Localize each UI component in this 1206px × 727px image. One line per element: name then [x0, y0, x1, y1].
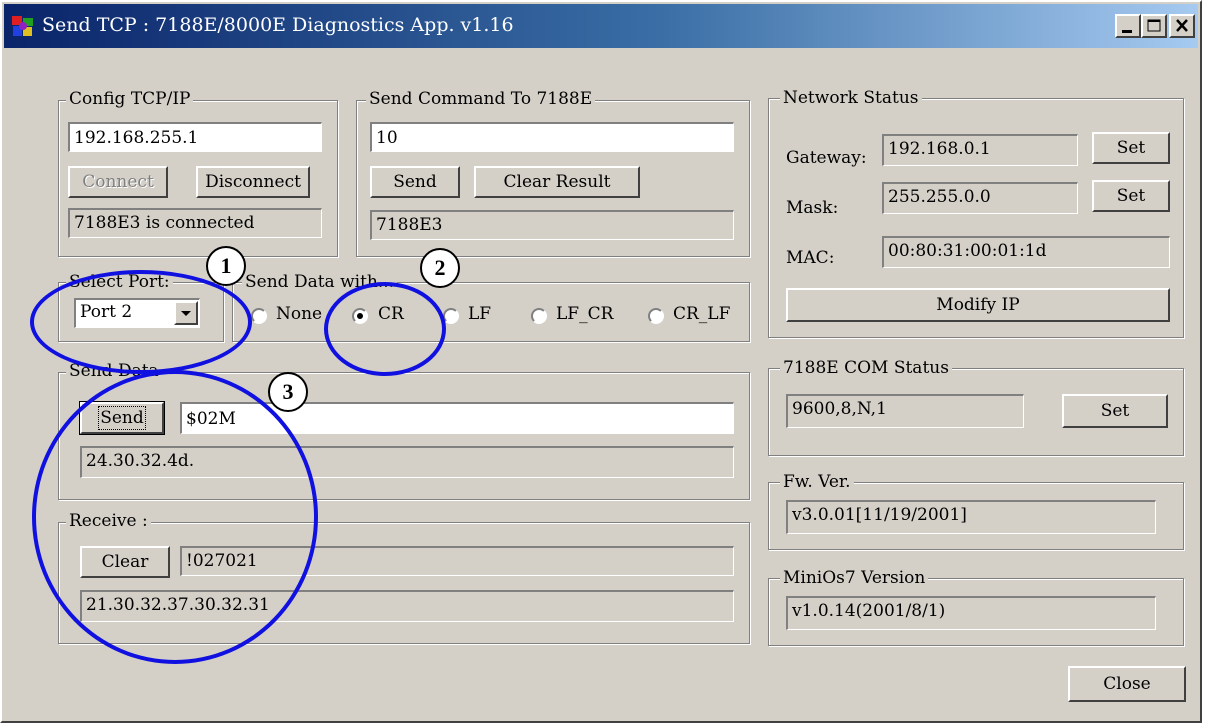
ip-address-input[interactable] — [68, 122, 322, 152]
send-data-button[interactable]: Send — [79, 401, 165, 435]
set-gateway-button[interactable]: Set — [1092, 132, 1170, 164]
radio-selected-dot — [357, 313, 363, 319]
close-button[interactable]: Close — [1068, 666, 1186, 702]
send-data-button-label: Send — [98, 406, 146, 430]
com-status-legend: 7188E COM Status — [780, 358, 952, 378]
close-window-button[interactable] — [1169, 14, 1195, 38]
annotation-badge-2: 2 — [420, 248, 460, 288]
radio-lf-cr[interactable] — [531, 308, 547, 324]
modify-ip-button[interactable]: Modify IP — [786, 288, 1170, 322]
fw-version-legend: Fw. Ver. — [780, 472, 854, 492]
radio-cr-lf[interactable] — [648, 308, 664, 324]
send-data-with-legend: Send Data with... — [242, 272, 398, 292]
title-bar[interactable]: Send TCP : 7188E/8000E Diagnostics App. … — [4, 4, 1198, 48]
radio-cr-label: CR — [378, 304, 404, 324]
send-command-legend: Send Command To 7188E — [366, 89, 596, 109]
send-command-button[interactable]: Send — [370, 166, 460, 198]
clear-result-button[interactable]: Clear Result — [474, 166, 640, 198]
mask-field: 255.255.0.0 — [882, 182, 1078, 214]
disconnect-button[interactable]: Disconnect — [196, 166, 310, 198]
port-select[interactable]: Port 2 — [74, 298, 200, 328]
mac-label: MAC: — [786, 248, 835, 268]
maximize-icon — [1147, 19, 1161, 32]
radio-none-label: None — [276, 304, 323, 324]
chevron-down-icon[interactable] — [174, 301, 198, 325]
radio-lf[interactable] — [443, 308, 459, 324]
mac-field: 00:80:31:00:01:1d — [882, 236, 1170, 268]
command-result: 7188E3 — [370, 210, 734, 240]
send-data-input[interactable] — [180, 402, 734, 434]
receive-group — [58, 522, 750, 644]
port-select-value: Port 2 — [80, 302, 133, 322]
app-window: Send TCP : 7188E/8000E Diagnostics App. … — [0, 0, 1202, 723]
radio-cr[interactable] — [352, 308, 368, 324]
connection-status: 7188E3 is connected — [68, 208, 322, 238]
gateway-field: 192.168.0.1 — [882, 134, 1078, 166]
radio-none[interactable] — [251, 308, 267, 324]
receive-legend: Receive : — [66, 511, 151, 531]
close-icon — [1176, 19, 1188, 32]
radio-lf-cr-label: LF_CR — [556, 304, 614, 324]
fw-version-field: v3.0.01[11/19/2001] — [786, 500, 1156, 534]
receive-value: !027021 — [180, 546, 734, 576]
minios-version-legend: MiniOs7 Version — [780, 568, 929, 588]
set-com-button[interactable]: Set — [1062, 394, 1168, 428]
config-tcpip-legend: Config TCP/IP — [66, 89, 194, 109]
command-input[interactable] — [370, 122, 734, 152]
minimize-icon — [1122, 30, 1132, 33]
com-status-field: 9600,8,N,1 — [786, 394, 1024, 428]
minimize-button[interactable] — [1115, 14, 1141, 38]
radio-cr-lf-label: CR_LF — [673, 304, 731, 324]
clear-receive-button[interactable]: Clear — [80, 546, 170, 578]
gateway-label: Gateway: — [786, 148, 867, 168]
connect-button[interactable]: Connect — [68, 166, 168, 198]
radio-lf-label: LF — [468, 304, 492, 324]
app-logo-icon — [12, 16, 33, 36]
receive-hex: 21.30.32.37.30.32.31 — [80, 590, 734, 622]
send-data-group — [58, 372, 750, 500]
mask-label: Mask: — [786, 198, 839, 218]
send-data-hex: 24.30.32.4d. — [80, 446, 734, 478]
network-status-legend: Network Status — [780, 88, 922, 108]
annotation-badge-3: 3 — [268, 372, 308, 412]
send-data-legend: Send Data — [66, 361, 162, 381]
set-mask-button[interactable]: Set — [1092, 180, 1170, 212]
window-title: Send TCP : 7188E/8000E Diagnostics App. … — [42, 14, 514, 36]
select-port-legend: Select Port: — [66, 272, 173, 292]
maximize-button[interactable] — [1141, 14, 1167, 38]
annotation-badge-1: 1 — [206, 246, 246, 286]
minios-version-field: v1.0.14(2001/8/1) — [786, 596, 1156, 630]
